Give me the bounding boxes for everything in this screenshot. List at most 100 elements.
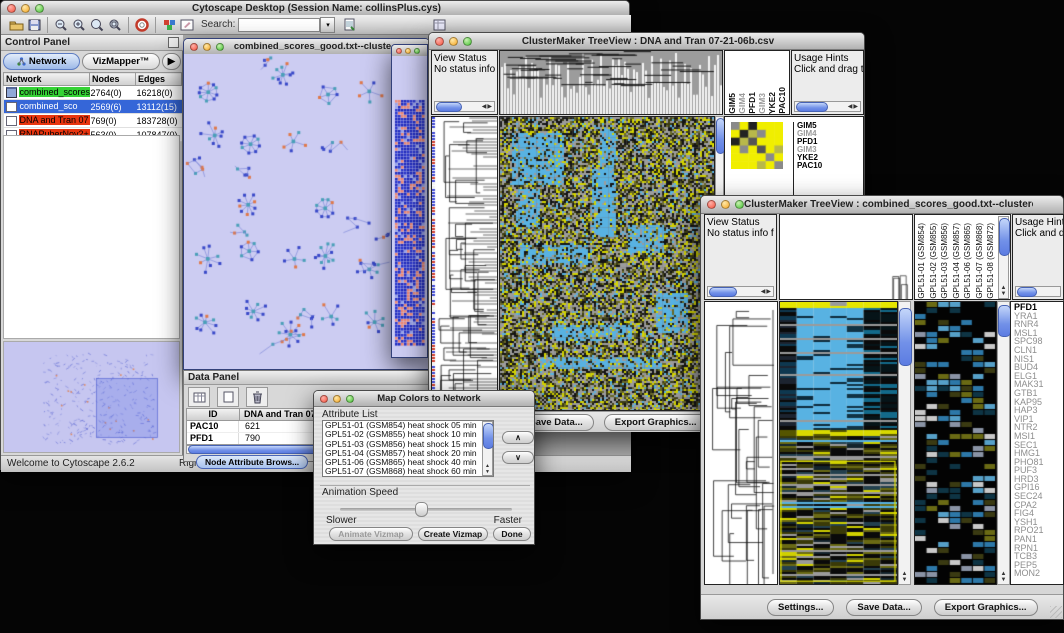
network-column-header[interactable]: Network (4, 73, 90, 86)
tab-network[interactable]: Network (3, 53, 80, 70)
help-lifesaver-icon[interactable] (133, 17, 151, 33)
network-name-cell[interactable]: DNA and Tran 07 (4, 114, 90, 128)
tv2-collabel-vscrollbar[interactable]: ▲▼ (998, 216, 1009, 299)
float-panel-icon[interactable] (168, 37, 179, 48)
array-column-label[interactable]: GPL51-06 (GSM865) (963, 223, 974, 299)
close-button[interactable] (396, 48, 402, 54)
minimize-button[interactable] (405, 48, 411, 54)
gene-column-label[interactable]: YKE2 (768, 92, 777, 114)
array-column-label[interactable]: GPL51-03 (GSM856) (940, 223, 951, 299)
tv2-column-dendrogram[interactable] (779, 214, 913, 300)
zoom-out-icon[interactable] (52, 17, 70, 33)
tab-overflow-button[interactable]: ▶ (162, 53, 181, 70)
map-dialog-title-bar[interactable]: Map Colors to Network (314, 391, 534, 407)
network-tree-empty-area[interactable] (3, 135, 180, 339)
close-button[interactable] (320, 395, 328, 403)
annotation-icon[interactable] (178, 17, 196, 33)
zoom-window-button[interactable] (346, 395, 354, 403)
network-list-row[interactable]: combined_sco2569(6)13112(15) (4, 100, 182, 114)
move-up-button[interactable]: ∧ (502, 431, 534, 444)
network-list-row[interactable]: DNA and Tran 07769(0)183728(0) (4, 114, 182, 128)
network-name-cell[interactable]: combined_sco (4, 100, 90, 114)
array-column-label[interactable]: GPL51-04 (GSM857) (952, 223, 963, 299)
tv1-zoom-heatmap[interactable] (731, 122, 783, 169)
animation-speed-slider-thumb[interactable] (415, 502, 428, 517)
zoom-window-button[interactable] (735, 200, 744, 209)
done-button[interactable]: Done (493, 527, 531, 541)
attribute-list-vscrollbar[interactable]: ▲▼ (482, 421, 493, 476)
select-attributes-icon[interactable] (188, 387, 210, 407)
minimize-button[interactable] (203, 43, 211, 51)
minimize-button[interactable] (449, 37, 458, 46)
array-column-label[interactable]: GPL51-07 (GSM868) (975, 223, 986, 299)
network-list-row[interactable]: combined_scores_2764(0)16218(0) (4, 86, 182, 100)
treeview1-title-bar[interactable]: ClusterMaker TreeView : DNA and Tran 07-… (429, 33, 864, 50)
scroll-arrows[interactable]: ◀▶ (848, 103, 859, 110)
tv2-hints-hscrollbar[interactable] (1015, 286, 1061, 297)
id-column-header[interactable]: ID (187, 409, 240, 420)
scroll-arrows[interactable]: ◀▶ (761, 288, 772, 295)
import-table-icon[interactable] (340, 17, 358, 33)
attribute-list-item[interactable]: GPL51-07 (GSM868) heat shock 60 min (323, 467, 493, 476)
treeview2-title-bar[interactable]: ClusterMaker TreeView : combined_scores_… (701, 196, 1063, 214)
tv2-global-heatmap[interactable] (779, 301, 898, 585)
tv2-row-dendrogram[interactable] (704, 301, 778, 585)
zoom-in-icon[interactable] (70, 17, 88, 33)
tv1-status-hscrollbar[interactable]: ◀▶ (434, 101, 495, 112)
tv1-hints-hscrollbar[interactable]: ◀▶ (794, 101, 861, 112)
gene-column-label[interactable]: PFD1 (748, 92, 757, 114)
move-down-button[interactable]: ∨ (502, 451, 534, 464)
tv2-save-data-button[interactable]: Save Data... (846, 599, 921, 616)
close-button[interactable] (435, 37, 444, 46)
gene-column-label[interactable]: PAC10 (778, 87, 787, 114)
close-button[interactable] (190, 43, 198, 51)
gene-list-item[interactable]: MON2 (1014, 569, 1063, 578)
search-dropdown-button[interactable]: ▾ (320, 17, 335, 33)
gene-row-label[interactable]: PAC10 (797, 162, 822, 170)
scroll-arrows[interactable]: ▲▼ (483, 463, 492, 475)
birds-eye-view[interactable] (3, 341, 180, 453)
array-column-label[interactable]: GPL51-02 (GSM855) (929, 223, 940, 299)
animate-vizmap-button[interactable]: Animate Vizmap (329, 527, 413, 541)
zoom-selected-icon[interactable] (106, 17, 124, 33)
minimize-button[interactable] (333, 395, 341, 403)
zoom-window-button[interactable] (463, 37, 472, 46)
array-column-label[interactable]: GPL51-08 (GSM872) (986, 223, 997, 299)
tv2-status-hscrollbar[interactable]: ◀▶ (707, 286, 774, 297)
scroll-arrows[interactable]: ▲▼ (998, 571, 1009, 583)
node-attribute-browser-tab[interactable]: Node Attribute Brows... (196, 455, 308, 469)
vizmapper-palette-icon[interactable] (160, 17, 178, 33)
main-title-bar[interactable]: Cytoscape Desktop (Session Name: collins… (1, 1, 629, 16)
gene-column-label[interactable]: GIM3 (758, 93, 767, 114)
tv2-heatmap-vscrollbar[interactable]: ▲▼ (898, 301, 911, 585)
tv2-genelist-vscrollbar[interactable]: ▲▼ (997, 301, 1010, 585)
scroll-arrows[interactable]: ▲▼ (899, 571, 910, 583)
scroll-arrows[interactable]: ▲▼ (999, 285, 1008, 297)
zoom-window-button[interactable] (35, 4, 44, 13)
save-icon[interactable] (25, 17, 43, 33)
close-button[interactable] (707, 200, 716, 209)
tv1-export-graphics-button[interactable]: Export Graphics... (604, 414, 708, 431)
tab-vizmapper[interactable]: VizMapper™ (82, 53, 159, 70)
tv1-row-dendrogram[interactable] (431, 116, 498, 411)
scroll-arrows[interactable]: ◀▶ (482, 103, 493, 110)
minimize-button[interactable] (721, 200, 730, 209)
zoom-window-button[interactable] (216, 43, 224, 51)
edges-column-header[interactable]: Edges (136, 73, 182, 86)
gene-column-label[interactable]: GIM4 (738, 93, 747, 114)
zoom-fit-icon[interactable] (88, 17, 106, 33)
tv1-column-dendrogram[interactable] (499, 50, 723, 115)
tv2-settings-button[interactable]: Settings... (767, 599, 834, 616)
tv2-export-graphics-button[interactable]: Export Graphics... (934, 599, 1038, 616)
network-name-cell[interactable]: combined_scores_ (4, 86, 90, 100)
minimize-button[interactable] (21, 4, 30, 13)
tv2-zoom-heatmap[interactable] (914, 301, 997, 585)
zoom-window-button[interactable] (414, 48, 420, 54)
gene-column-label[interactable]: GIM5 (728, 93, 737, 114)
array-column-label[interactable]: GPL51-01 (GSM854) (917, 223, 928, 299)
tv1-global-heatmap[interactable] (499, 116, 715, 411)
close-button[interactable] (7, 4, 16, 13)
open-folder-icon[interactable] (7, 17, 25, 33)
adjacency-matrix-canvas[interactable] (392, 56, 427, 357)
overview-palette-icon[interactable] (430, 17, 448, 33)
